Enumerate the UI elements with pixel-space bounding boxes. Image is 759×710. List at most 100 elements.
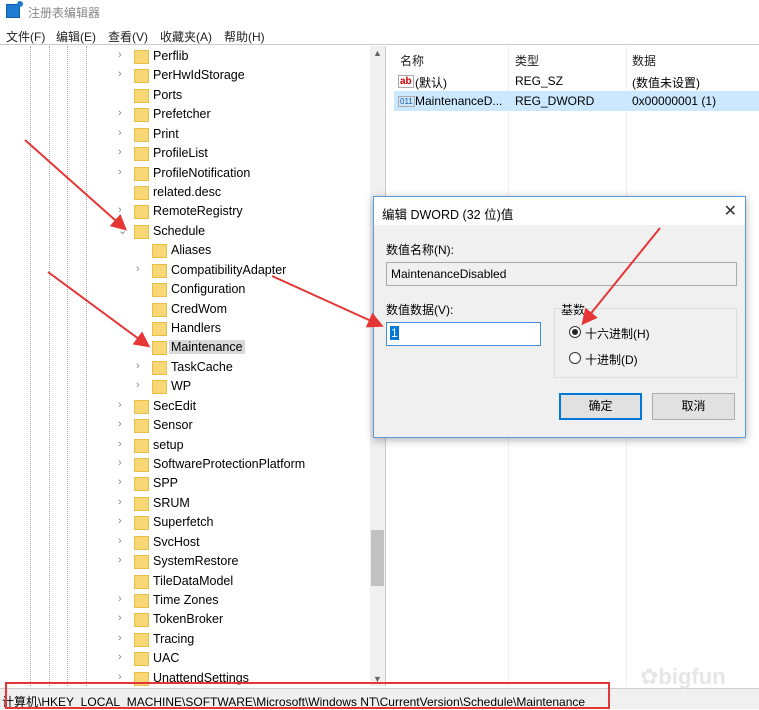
tree-item-label: Aliases (171, 243, 212, 258)
tree-item[interactable]: › SPP (0, 475, 369, 493)
list-row[interactable]: 011 MaintenanceD... REG_DWORD 0x00000001… (394, 91, 759, 111)
hex-label[interactable]: 十六进制(H) (585, 325, 650, 342)
tree-item[interactable]: Aliases (0, 242, 369, 260)
tree-item-label: SPP (153, 476, 179, 491)
value-data-input[interactable]: 1 (386, 322, 541, 346)
chevron-right-icon[interactable]: › (118, 418, 128, 430)
tree-item[interactable]: ⌄ Schedule (0, 223, 369, 241)
tree-item-label: related.desc (153, 185, 222, 199)
ok-button[interactable]: 确定 (559, 393, 642, 420)
chevron-right-icon[interactable]: › (118, 593, 128, 605)
menu-file[interactable]: 文件(F) (6, 28, 45, 45)
decimal-label[interactable]: 十进制(D) (585, 351, 638, 368)
chevron-right-icon[interactable]: › (136, 379, 146, 391)
tree-item[interactable]: › RemoteRegistry (0, 203, 369, 221)
folder-icon (152, 302, 167, 317)
tree-item[interactable]: › TokenBroker (0, 611, 369, 629)
chevron-right-icon[interactable]: › (118, 515, 128, 527)
menu-help[interactable]: 帮助(H) (224, 28, 265, 45)
chevron-right-icon[interactable]: › (118, 457, 128, 469)
tree-item[interactable]: › Sensor (0, 417, 369, 435)
chevron-right-icon[interactable]: › (118, 399, 128, 411)
value-name-field[interactable]: MaintenanceDisabled (386, 262, 737, 286)
menu-edit[interactable]: 编辑(E) (56, 28, 96, 45)
scrollbar-thumb[interactable] (371, 530, 384, 586)
chevron-right-icon[interactable]: › (118, 438, 128, 450)
tree-item[interactable]: › Superfetch (0, 514, 369, 532)
tree-item[interactable]: › setup (0, 437, 369, 455)
tree-item[interactable]: › Prefetcher (0, 106, 369, 124)
folder-icon (152, 360, 167, 375)
chevron-right-icon[interactable]: › (118, 612, 128, 624)
tree-item[interactable]: › Perflib (0, 48, 369, 66)
folder-icon (134, 613, 149, 628)
value-data-text: 1 (390, 326, 399, 340)
chevron-right-icon[interactable]: › (118, 535, 128, 547)
tree-item[interactable]: Configuration (0, 281, 369, 299)
folder-icon (134, 205, 149, 220)
tree-item[interactable]: › Time Zones (0, 592, 369, 610)
tree-item[interactable]: Maintenance (0, 339, 369, 357)
tree-item[interactable]: › ProfileList (0, 145, 369, 163)
value-name: (默认) (415, 76, 447, 90)
tree-item[interactable]: › ProfileNotification (0, 165, 369, 183)
tree-item[interactable]: › TaskCache (0, 359, 369, 377)
chevron-right-icon[interactable]: › (118, 204, 128, 216)
tree-item[interactable]: CredWom (0, 301, 369, 319)
folder-icon (134, 632, 149, 647)
chevron-right-icon[interactable]: › (136, 360, 146, 372)
column-header-name[interactable]: 名称 (400, 52, 424, 69)
tree-item-label: ProfileNotification (153, 165, 251, 180)
hex-radio[interactable] (569, 326, 581, 338)
tree-item[interactable]: › WP (0, 378, 369, 396)
tree-item[interactable]: › SvcHost (0, 534, 369, 552)
tree-item-label: RemoteRegistry (153, 204, 243, 219)
chevron-right-icon[interactable]: › (118, 49, 128, 61)
chevron-right-icon[interactable]: › (118, 651, 128, 663)
folder-icon (134, 88, 149, 103)
tree-item[interactable]: › CompatibilityAdapter (0, 262, 369, 280)
tree-item[interactable]: Handlers (0, 320, 369, 338)
base-group: 十六进制(H) 十进制(D) (554, 308, 737, 378)
tree-item[interactable]: › SystemRestore (0, 553, 369, 571)
menu-favorites[interactable]: 收藏夹(A) (160, 28, 212, 45)
chevron-right-icon[interactable]: › (118, 496, 128, 508)
chevron-right-icon[interactable]: › (118, 476, 128, 488)
chevron-right-icon[interactable]: › (118, 632, 128, 644)
tree-item[interactable]: › Tracing (0, 631, 369, 649)
scroll-up-icon[interactable]: ▲ (373, 48, 382, 58)
close-icon[interactable]: ✕ (724, 201, 737, 221)
chevron-right-icon[interactable]: › (118, 671, 128, 683)
chevron-right-icon[interactable]: › (118, 166, 128, 178)
tree-item[interactable]: › PerHwIdStorage (0, 67, 369, 85)
chevron-right-icon[interactable]: › (118, 146, 128, 158)
menu-view[interactable]: 查看(V) (108, 28, 148, 45)
folder-icon (152, 341, 167, 356)
list-row[interactable]: ab (默认) REG_SZ (数值未设置) (394, 71, 759, 91)
folder-icon (134, 50, 149, 64)
column-header-type[interactable]: 类型 (515, 52, 539, 69)
folder-icon (134, 496, 149, 511)
folder-icon (134, 516, 149, 531)
tree-item[interactable]: › UAC (0, 650, 369, 668)
folder-icon (134, 147, 149, 162)
tree-item[interactable]: TileDataModel (0, 573, 369, 591)
chevron-right-icon[interactable]: › (118, 107, 128, 119)
tree-item[interactable]: › SRUM (0, 495, 369, 513)
tree-item[interactable]: related.desc (0, 184, 369, 202)
chevron-right-icon[interactable]: › (118, 127, 128, 139)
tree-item[interactable]: › SoftwareProtectionPlatform (0, 456, 369, 474)
column-header-data[interactable]: 数据 (632, 52, 656, 69)
tree-item-label: TileDataModel (153, 573, 234, 588)
chevron-right-icon[interactable]: › (136, 263, 146, 275)
chevron-down-icon[interactable]: ⌄ (118, 224, 128, 237)
tree-item[interactable]: Ports (0, 87, 369, 105)
tree-item[interactable]: › Print (0, 126, 369, 144)
decimal-radio[interactable] (569, 352, 581, 364)
chevron-right-icon[interactable]: › (118, 68, 128, 80)
chevron-right-icon[interactable]: › (118, 554, 128, 566)
tree-item-label: SoftwareProtectionPlatform (153, 457, 306, 472)
tree-item[interactable]: › SecEdit (0, 398, 369, 416)
cancel-button[interactable]: 取消 (652, 393, 735, 420)
registry-tree: › Perflib › PerHwIdStorage Ports › Prefetcher ›… (0, 46, 386, 686)
